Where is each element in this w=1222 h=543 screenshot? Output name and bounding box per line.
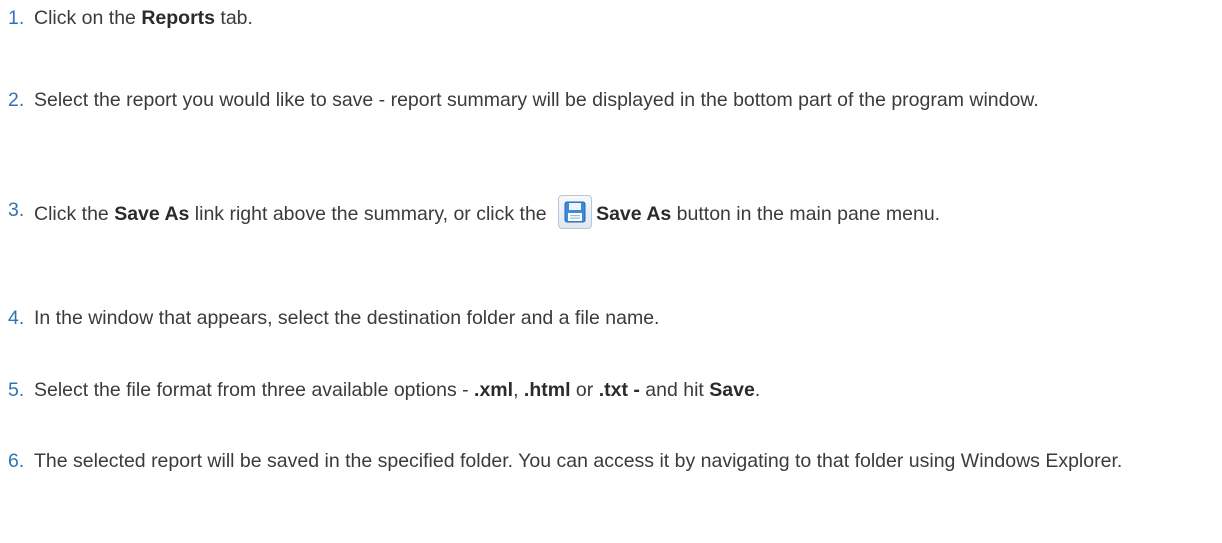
save-as-button-term: Save As bbox=[596, 203, 672, 225]
save-as-link-term: Save As bbox=[114, 203, 190, 225]
txt-format-term: .txt - bbox=[598, 379, 640, 401]
step-text: Click on the Reports tab. bbox=[34, 7, 253, 29]
step-number: 1. bbox=[8, 7, 25, 29]
save-term: Save bbox=[709, 379, 755, 401]
step-number: 3. bbox=[8, 199, 25, 221]
step-text: Select the report you would like to save… bbox=[34, 89, 1039, 111]
step-number: 4. bbox=[8, 307, 25, 329]
html-format-term: .html bbox=[523, 379, 571, 401]
step-text: In the window that appears, select the d… bbox=[34, 307, 660, 329]
step-text: Click the Save As link right above the s… bbox=[34, 195, 1194, 230]
step-number: 6. bbox=[8, 450, 25, 472]
step-text: The selected report will be saved in the… bbox=[34, 450, 1123, 472]
reports-tab-term: Reports bbox=[141, 7, 215, 29]
step-number: 5. bbox=[8, 379, 25, 401]
step-text: Select the file format from three availa… bbox=[34, 379, 761, 401]
xml-format-term: .xml bbox=[474, 379, 514, 401]
step-number: 2. bbox=[8, 89, 25, 111]
floppy-disk-save-icon bbox=[558, 195, 593, 229]
